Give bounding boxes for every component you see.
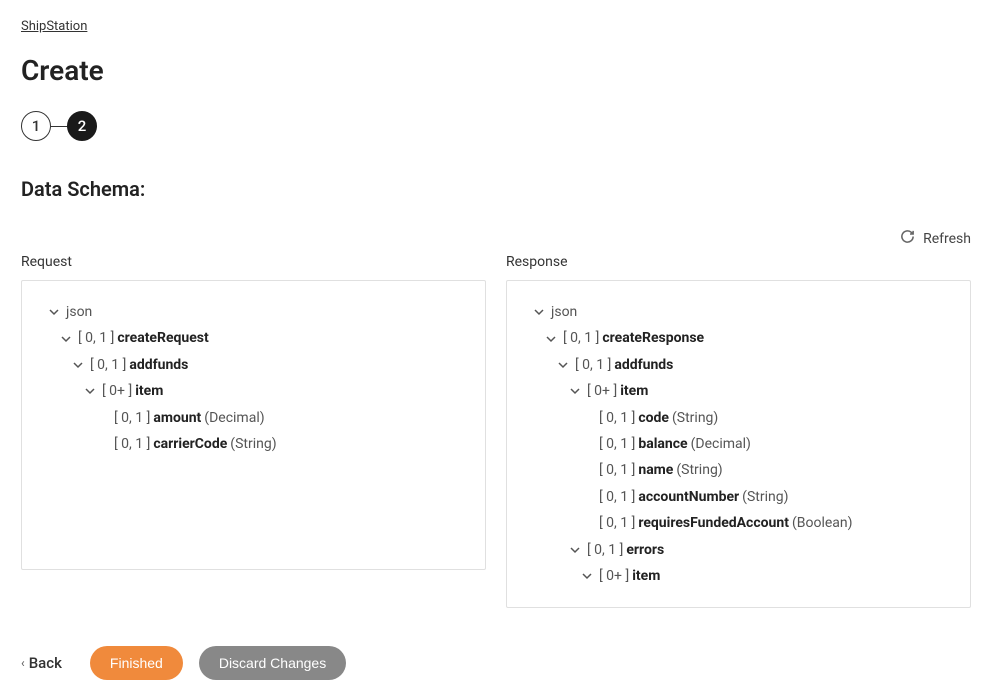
field-name: accountNumber [638, 486, 739, 508]
tree-node[interactable]: [ 0, 1 ] createResponse [519, 325, 958, 351]
back-button[interactable]: ‹ Back [21, 654, 62, 672]
step-2[interactable]: 2 [67, 111, 97, 141]
chevron-down-icon[interactable] [82, 383, 98, 399]
stepper: 1 2 [21, 111, 971, 141]
cardinality: [ 0+ ] [102, 380, 132, 402]
chevron-down-icon[interactable] [531, 304, 547, 320]
tree-leaf[interactable]: [ 0, 1 ] code (String) [519, 405, 958, 431]
tree-node[interactable]: [ 0, 1 ] addfunds [34, 352, 473, 378]
field-name: addfunds [614, 354, 673, 376]
field-type: (String) [230, 433, 276, 455]
page-title: Create [21, 54, 971, 87]
cardinality: [ 0, 1 ] [599, 407, 635, 429]
chevron-down-icon[interactable] [70, 357, 86, 373]
field-type: (String) [676, 459, 722, 481]
tree-leaf[interactable]: [ 0, 1 ] name (String) [519, 457, 958, 483]
discard-button[interactable]: Discard Changes [199, 646, 346, 680]
cardinality: [ 0, 1 ] [599, 512, 635, 534]
footer: ‹ Back Finished Discard Changes [21, 646, 971, 680]
response-column: Response json [ 0, 1 ] createResponse [ … [506, 254, 971, 608]
tree-node[interactable]: [ 0+ ] item [519, 378, 958, 404]
cardinality: [ 0, 1 ] [90, 354, 126, 376]
field-name: balance [638, 433, 687, 455]
field-name: createRequest [117, 327, 208, 349]
tree-node[interactable]: [ 0+ ] item [34, 378, 473, 404]
response-panel: json [ 0, 1 ] createResponse [ 0, 1 ] ad… [506, 280, 971, 608]
field-name: createResponse [602, 327, 704, 349]
cardinality: [ 0, 1 ] [114, 407, 150, 429]
chevron-down-icon[interactable] [579, 568, 595, 584]
field-type: (String) [742, 486, 788, 508]
tree-leaf[interactable]: [ 0, 1 ] requiresFundedAccount (Boolean) [519, 510, 958, 536]
tree-node-root[interactable]: json [34, 299, 473, 325]
field-name: errors [626, 539, 664, 561]
tree-node[interactable]: [ 0+ ] item [519, 563, 958, 589]
field-name: item [135, 380, 163, 402]
field-type: (Decimal) [204, 407, 264, 429]
chevron-down-icon[interactable] [555, 357, 571, 373]
request-panel: json [ 0, 1 ] createRequest [ 0, 1 ] add… [21, 280, 486, 570]
field-type: (Boolean) [792, 512, 853, 534]
chevron-down-icon[interactable] [567, 542, 583, 558]
tree-leaf[interactable]: [ 0, 1 ] amount (Decimal) [34, 405, 473, 431]
cardinality: [ 0, 1 ] [114, 433, 150, 455]
field-name: carrierCode [153, 433, 227, 455]
refresh-label: Refresh [923, 231, 971, 247]
field-name: item [620, 380, 648, 402]
field-name: addfunds [129, 354, 188, 376]
tree-leaf[interactable]: [ 0, 1 ] balance (Decimal) [519, 431, 958, 457]
section-title: Data Schema: [21, 177, 971, 201]
step-connector [51, 126, 67, 127]
cardinality: [ 0, 1 ] [599, 486, 635, 508]
request-column: Request json [ 0, 1 ] createRequest [ 0,… [21, 254, 486, 608]
cardinality: [ 0, 1 ] [599, 459, 635, 481]
tree-node[interactable]: [ 0, 1 ] createRequest [34, 325, 473, 351]
refresh-button[interactable]: Refresh [900, 229, 971, 248]
request-header: Request [21, 254, 486, 270]
tree-leaf[interactable]: [ 0, 1 ] carrierCode (String) [34, 431, 473, 457]
field-name: item [632, 565, 660, 587]
cardinality: [ 0, 1 ] [563, 327, 599, 349]
chevron-down-icon[interactable] [567, 383, 583, 399]
finished-button[interactable]: Finished [90, 646, 183, 680]
field-type: (String) [672, 407, 718, 429]
chevron-down-icon[interactable] [543, 331, 559, 347]
back-label: Back [29, 654, 62, 672]
field-name: code [638, 407, 669, 429]
tree-root-label: json [66, 301, 92, 323]
tree-node-root[interactable]: json [519, 299, 958, 325]
response-header: Response [506, 254, 971, 270]
cardinality: [ 0, 1 ] [599, 433, 635, 455]
tree-leaf[interactable]: [ 0, 1 ] accountNumber (String) [519, 484, 958, 510]
field-name: requiresFundedAccount [638, 512, 789, 534]
chevron-left-icon: ‹ [21, 656, 25, 670]
step-1[interactable]: 1 [21, 111, 51, 141]
field-type: (Decimal) [691, 433, 751, 455]
field-name: amount [153, 407, 201, 429]
refresh-icon [900, 229, 915, 248]
cardinality: [ 0, 1 ] [587, 539, 623, 561]
chevron-down-icon[interactable] [46, 304, 62, 320]
tree-node[interactable]: [ 0, 1 ] addfunds [519, 352, 958, 378]
tree-root-label: json [551, 301, 577, 323]
chevron-down-icon[interactable] [58, 331, 74, 347]
tree-node[interactable]: [ 0, 1 ] errors [519, 537, 958, 563]
cardinality: [ 0+ ] [587, 380, 617, 402]
cardinality: [ 0+ ] [599, 565, 629, 587]
breadcrumb-link[interactable]: ShipStation [21, 19, 87, 34]
cardinality: [ 0, 1 ] [575, 354, 611, 376]
field-name: name [638, 459, 673, 481]
cardinality: [ 0, 1 ] [78, 327, 114, 349]
